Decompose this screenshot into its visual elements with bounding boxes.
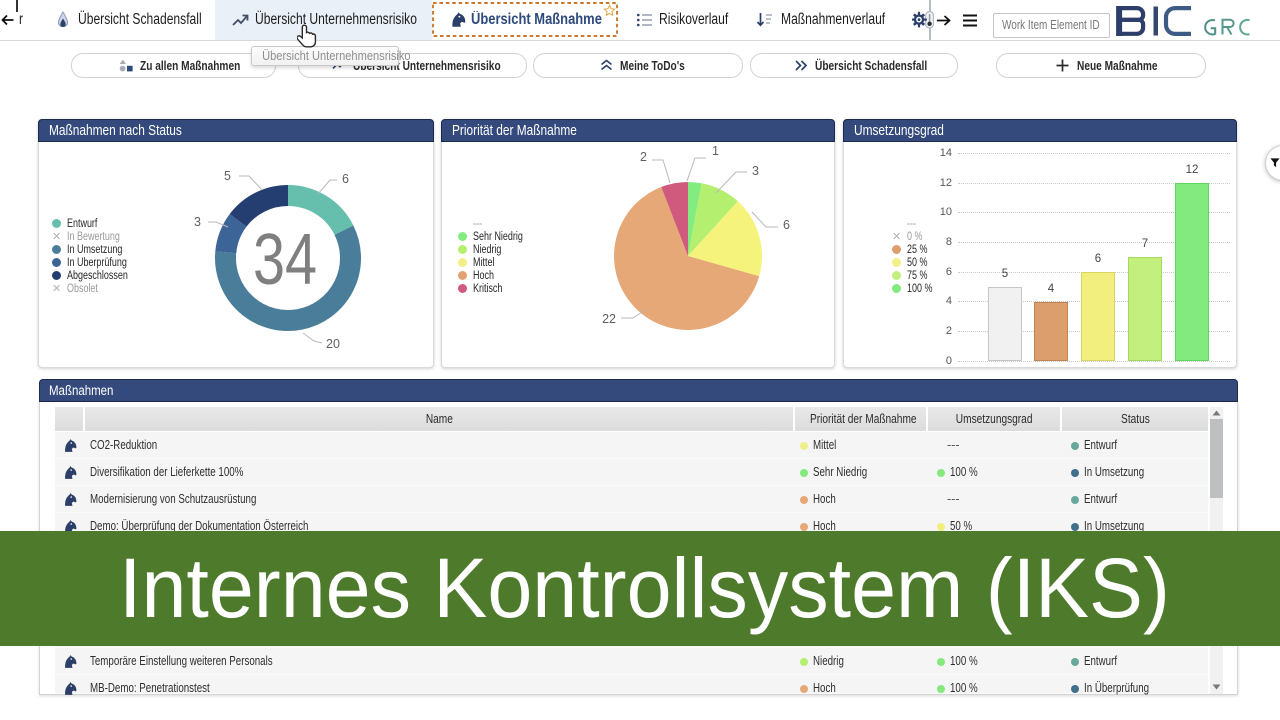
svg-text:3: 3 [752, 164, 759, 178]
svg-text:5: 5 [224, 169, 231, 183]
svg-text:6: 6 [342, 172, 349, 186]
svg-text:6: 6 [783, 218, 790, 232]
svg-text:2: 2 [640, 150, 647, 164]
svg-text:3: 3 [194, 215, 201, 229]
svg-text:20: 20 [326, 337, 340, 351]
svg-text:22: 22 [602, 312, 616, 326]
svg-text:1: 1 [712, 144, 719, 158]
